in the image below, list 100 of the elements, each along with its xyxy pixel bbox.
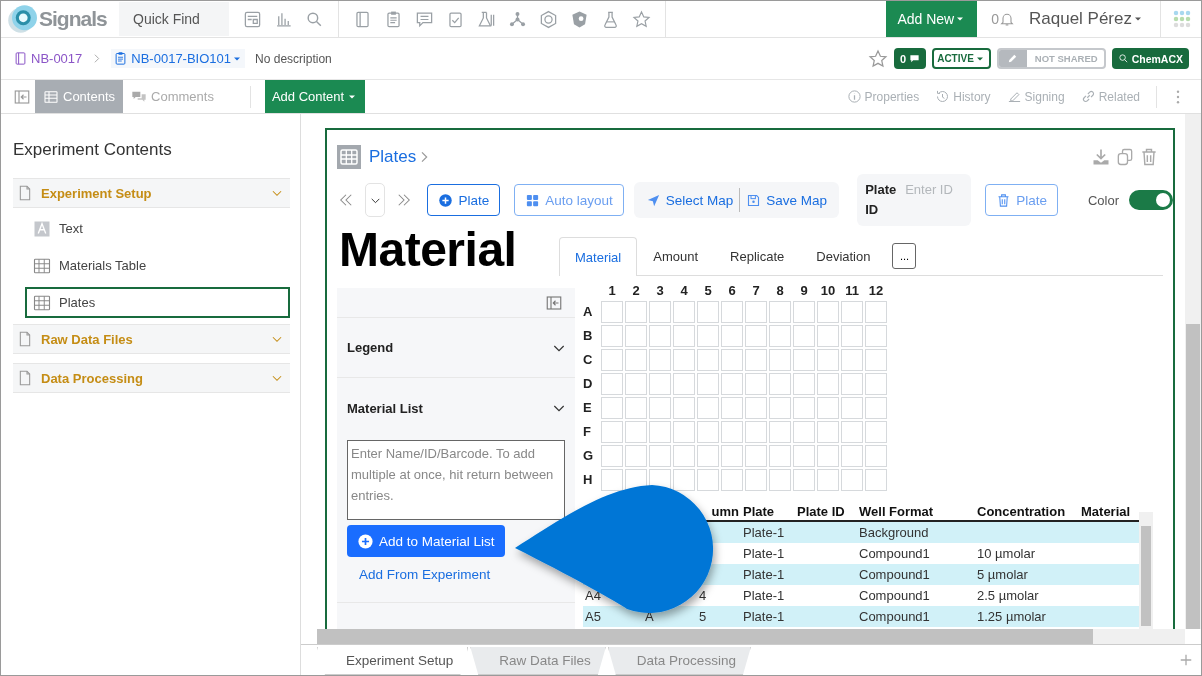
more-button[interactable]: ... <box>892 243 917 269</box>
sidebar-item[interactable]: Text <box>25 213 290 244</box>
section-header[interactable]: Data Processing <box>13 363 290 393</box>
column-label: 10 <box>819 282 837 300</box>
scrollbar[interactable] <box>1139 512 1153 629</box>
collapse-panel-icon[interactable] <box>545 293 563 312</box>
table-cell-text: Compound1 <box>858 567 931 582</box>
tab[interactable]: Amount <box>637 237 715 275</box>
table-cell-text: Compound1 <box>858 546 931 561</box>
tab[interactable]: Material <box>559 237 638 276</box>
sheet-tab[interactable]: Experiment Setup <box>317 647 469 675</box>
description-text: No description <box>255 51 332 66</box>
bell-icon[interactable] <box>999 11 1015 27</box>
quick-find-field[interactable]: Quick Find <box>119 2 229 36</box>
row-label: G <box>583 447 595 465</box>
save-map-button[interactable]: Save Map <box>740 192 834 208</box>
table-icon <box>43 88 59 105</box>
add-to-material-list-button[interactable]: Add to Material List <box>347 525 505 557</box>
plate-select[interactable] <box>365 183 386 217</box>
download-icon[interactable] <box>1091 147 1111 167</box>
hexagon-icon[interactable] <box>539 9 558 29</box>
row-label: F <box>583 423 592 441</box>
column-label: 2 <box>631 282 641 300</box>
material-heading: Material <box>338 224 518 276</box>
star-icon[interactable] <box>868 48 889 69</box>
tab[interactable]: Replicate <box>714 237 801 275</box>
add-content-button[interactable]: Add Content <box>264 80 366 113</box>
column-label: 11 <box>844 282 860 300</box>
dashboard-icon[interactable] <box>243 9 262 29</box>
table-cell-text: Plate-1 <box>742 525 786 540</box>
delete-plate-button[interactable]: Plate <box>985 184 1058 216</box>
select-map-button[interactable]: Select Map <box>639 192 740 208</box>
material-list-header[interactable]: Material List <box>337 384 575 432</box>
column-label: 1 <box>607 282 617 300</box>
sheet-tab[interactable]: Raw Data Files <box>470 647 606 675</box>
color-label: Color <box>1087 192 1119 208</box>
sidebar-item[interactable]: Plates <box>25 287 290 318</box>
copy-icon[interactable] <box>1115 147 1135 167</box>
row-label: D <box>583 375 594 393</box>
flask-icon[interactable] <box>601 9 620 29</box>
plus-icon <box>357 532 374 550</box>
row-label: H <box>583 471 594 489</box>
comments-badge[interactable]: 0 <box>894 48 927 69</box>
add-sheet-icon[interactable] <box>1179 653 1193 667</box>
auto-layout-button[interactable]: Auto layout <box>514 184 624 216</box>
color-toggle[interactable] <box>1129 190 1173 210</box>
material-input-field[interactable]: Enter Name/ID/Barcode. To add multiple at once, hit return between entries. <box>347 440 565 520</box>
tab[interactable]: Deviation <box>800 237 887 275</box>
network-icon[interactable] <box>508 9 527 29</box>
table-cell-text: 5 µmolar <box>976 567 1029 582</box>
status-dropdown[interactable]: ACTIVE <box>932 48 991 69</box>
pencil-icon <box>1007 53 1019 64</box>
shield-icon[interactable] <box>570 9 589 29</box>
sheet-tab[interactable]: Data Processing <box>607 647 751 675</box>
table-cell-text: A4 <box>584 588 602 603</box>
comment-icon <box>909 53 921 64</box>
history-icon <box>935 89 951 104</box>
column-label: 12 <box>867 282 885 300</box>
plate-id-label: Plate ID <box>865 181 898 219</box>
notebook-link[interactable]: NB-0017 <box>13 51 83 66</box>
table-cell-text: Compound1 <box>858 588 931 603</box>
flask-rack-icon[interactable] <box>477 9 496 29</box>
panel-title-link[interactable]: Plates <box>369 147 417 167</box>
chemacx-search-button[interactable]: ChemACX <box>1111 48 1189 69</box>
scrollbar[interactable] <box>317 629 1185 644</box>
column-header: Plate <box>742 503 776 519</box>
legend-header[interactable]: Legend <box>337 318 575 378</box>
clipboard-icon[interactable] <box>384 9 403 29</box>
row-label: B <box>583 327 594 345</box>
notification-count: 0 <box>991 11 999 27</box>
column-label: 5 <box>703 282 713 300</box>
text-icon <box>33 219 51 238</box>
grid-icon <box>33 293 51 312</box>
delete-icon[interactable] <box>1139 147 1159 167</box>
info-icon <box>846 89 862 104</box>
plate-id-field[interactable]: Enter ID <box>905 182 968 197</box>
column-header: umn <box>710 503 740 519</box>
table-cell-text: 2.5 µmolar <box>976 588 1040 603</box>
save-icon <box>746 192 762 208</box>
star-icon[interactable] <box>632 9 651 29</box>
section-title: Experiment Setup <box>41 185 153 201</box>
add-plate-button[interactable]: Plate <box>427 184 501 216</box>
sidebar-item[interactable]: Materials Table <box>25 250 290 281</box>
collapse-panel-icon[interactable] <box>13 87 31 106</box>
table-cell-text: A5 <box>584 609 602 624</box>
section-title: Raw Data Files <box>41 331 134 347</box>
scrollbar[interactable] <box>1185 114 1201 629</box>
notebook-icon[interactable] <box>353 9 372 29</box>
experiment-link[interactable]: NB-0017-BIO101 <box>111 49 246 68</box>
table-cell-text: 4 <box>698 588 708 603</box>
row-label: E <box>583 399 593 417</box>
column-label: 7 <box>751 282 761 300</box>
section-header[interactable]: Raw Data Files <box>13 324 290 354</box>
table-cell-text: Compound1 <box>858 609 931 624</box>
apps-grid-icon[interactable] <box>1173 10 1191 28</box>
add-new-button[interactable]: Add New <box>886 1 978 37</box>
view-tab[interactable]: Comments <box>123 80 222 113</box>
table-cell-text: Background <box>858 525 930 540</box>
user-menu[interactable]: Raquel Pérez <box>1029 9 1160 29</box>
section-header[interactable]: Experiment Setup <box>13 178 290 208</box>
